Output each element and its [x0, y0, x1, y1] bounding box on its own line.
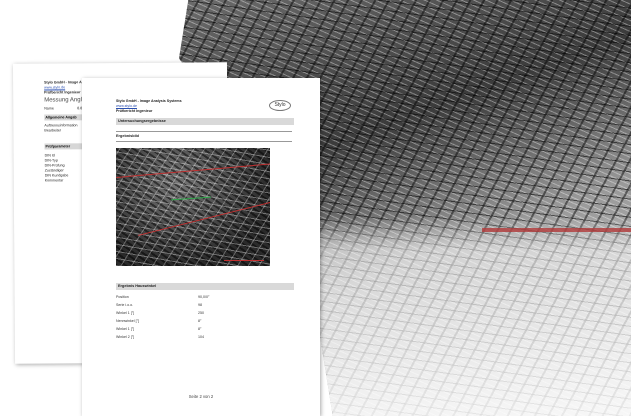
result-value: 8° — [198, 327, 202, 331]
page-footer: Seite 2 von 2 — [188, 394, 214, 399]
table-row: Position 90,0/0° — [116, 295, 216, 303]
results-table: Position 90,0/0° Serie i.o.o. 98 Winkel … — [116, 295, 216, 343]
front-company-header: Stylo GmbH - Image Analysis Systems www.… — [116, 99, 182, 114]
back-params-list: DIN Id DIN-Typ DIN-Prüfung Zuständiger D… — [45, 153, 69, 183]
back-meta-key: Name — [44, 106, 54, 111]
back-subtitle: Prüfbericht Ingenieur — [44, 90, 81, 95]
table-row: Nennwinkel [°] 8° — [116, 319, 216, 327]
table-row: Winkel 1 [°] 250 — [116, 311, 216, 319]
front-image-label: Ergebnisbild — [116, 134, 139, 138]
result-value: 90,0/0° — [198, 295, 210, 299]
company-logo: Stylo — [269, 100, 291, 111]
result-value: 8° — [198, 319, 202, 323]
result-value: 250 — [198, 311, 204, 315]
table-row: Serie i.o.o. 98 — [116, 303, 216, 311]
result-value: 104 — [198, 335, 204, 339]
measure-line-red — [116, 163, 270, 178]
back-general-list: Auftrennsinformation Bearbeiter — [44, 123, 77, 133]
front-results-header: Ergebnis Hauswinkel — [116, 283, 294, 290]
report-page-front: Stylo GmbH - Image Analysis Systems www.… — [82, 78, 320, 416]
divider — [116, 131, 292, 132]
back-company-header: Stylo GmbH - Image A www.stylo.de Prüfbe… — [44, 80, 82, 95]
result-key: Position — [116, 295, 129, 299]
back-meta-row: Name 8.8.15 — [44, 106, 87, 111]
result-key: Winkel 2 [°] — [116, 335, 135, 339]
back-list-item: Bearbeiter — [44, 128, 62, 133]
front-subtitle: Prüfbericht Ingenieur — [116, 109, 153, 113]
front-section-results: Untersuchungsergebnisse — [116, 118, 294, 125]
result-key: Nennwinkel [°] — [116, 319, 140, 323]
result-image — [116, 148, 270, 266]
table-row: Winkel 1 [°] 8° — [116, 327, 216, 335]
measure-line-red — [224, 260, 264, 261]
photo-red-measure-line — [482, 228, 631, 232]
measure-line-red — [137, 201, 270, 236]
back-list-item: Kommentar — [44, 178, 64, 183]
result-key: Winkel 1 [°] — [116, 311, 135, 315]
result-key: Serie i.o.o. — [116, 303, 134, 307]
result-key: Winkel 1 [°] — [116, 327, 135, 331]
measure-line-green — [171, 196, 211, 201]
divider — [116, 141, 292, 142]
table-row: Winkel 2 [°] 104 — [116, 335, 216, 343]
result-value: 98 — [198, 303, 202, 307]
